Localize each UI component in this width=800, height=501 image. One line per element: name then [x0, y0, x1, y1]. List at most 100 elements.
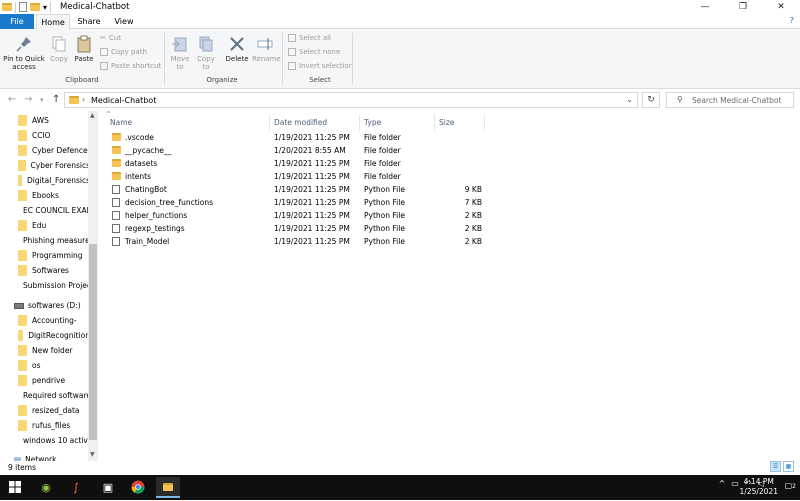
sidebar-item[interactable]: Programming: [18, 248, 90, 263]
sidebar-item[interactable]: rufus_files: [18, 418, 90, 433]
breadcrumb[interactable]: Medical-Chatbot: [91, 96, 156, 105]
details-view-icon[interactable]: ☰: [770, 461, 781, 472]
breadcrumb-chevron-icon[interactable]: ›: [82, 95, 85, 104]
table-row[interactable]: .vscode 1/19/2021 11:25 PM File folder: [110, 133, 490, 146]
paste-icon: [77, 35, 91, 53]
taskbar-app-icon[interactable]: [126, 477, 150, 498]
paste-shortcut-button[interactable]: Paste shortcut: [100, 60, 161, 72]
python-file-icon: [112, 211, 120, 220]
column-header-name[interactable]: Name: [106, 115, 270, 131]
python-file-icon: [112, 198, 120, 207]
notifications-icon[interactable]: ▢2: [785, 481, 796, 490]
maximize-button[interactable]: ❐: [724, 0, 762, 14]
table-row[interactable]: datasets 1/19/2021 11:25 PM File folder: [110, 159, 490, 172]
sidebar-item[interactable]: Required software: [18, 388, 90, 403]
tab-home[interactable]: Home: [36, 14, 70, 30]
column-header-type[interactable]: Type: [360, 115, 435, 131]
search-input[interactable]: ⚲ Search Medical-Chatbot: [666, 92, 794, 108]
column-header-date[interactable]: Date modified: [270, 115, 360, 131]
divider: [164, 33, 165, 85]
address-bar[interactable]: › Medical-Chatbot ⌄: [64, 92, 638, 108]
table-row[interactable]: ChatingBot 1/19/2021 11:25 PM Python Fil…: [110, 185, 490, 198]
tab-file[interactable]: File: [0, 14, 34, 29]
table-row[interactable]: regexp_testings 1/19/2021 11:25 PM Pytho…: [110, 224, 490, 237]
delete-button[interactable]: Delete: [224, 35, 250, 63]
taskbar-app-icon[interactable]: ▣: [96, 477, 120, 498]
refresh-button[interactable]: ↻: [642, 92, 660, 108]
table-row[interactable]: Train_Model 1/19/2021 11:25 PM Python Fi…: [110, 237, 490, 250]
file-date: 1/19/2021 11:25 PM: [274, 172, 350, 181]
taskbar-app-file-explorer[interactable]: [156, 477, 180, 498]
sidebar-item-drive[interactable]: softwares (D:): [14, 298, 81, 313]
table-row[interactable]: decision_tree_functions 1/19/2021 11:25 …: [110, 198, 490, 211]
title-bar: ▾ Medical-Chatbot — ❐ ✕: [0, 0, 800, 14]
sidebar-item[interactable]: windows 10 activation: [18, 433, 90, 448]
up-arrow-icon[interactable]: ↑: [52, 94, 60, 105]
sidebar-item[interactable]: os: [18, 358, 90, 373]
properties-icon[interactable]: [19, 2, 27, 12]
delete-label: Delete: [225, 55, 249, 63]
pin-quick-access-button[interactable]: Pin to Quick access: [2, 35, 46, 71]
tab-view[interactable]: View: [110, 14, 138, 29]
sidebar-item[interactable]: Phishing measures: [18, 233, 90, 248]
move-to-button[interactable]: Move to: [168, 35, 192, 71]
select-none-button[interactable]: Select none: [288, 46, 340, 58]
close-button[interactable]: ✕: [762, 0, 800, 14]
scrollbar-thumb[interactable]: [89, 244, 97, 440]
copy-to-label: Copy to: [197, 55, 215, 71]
taskbar-app-icon[interactable]: ◉: [34, 477, 58, 498]
clock[interactable]: 4:14 PM 1/25/2021: [740, 477, 778, 497]
taskbar-app-icon[interactable]: ∫: [64, 477, 88, 498]
sidebar-item[interactable]: Cyber Defence: [18, 143, 90, 158]
help-icon[interactable]: ?: [790, 16, 794, 25]
copy-to-button[interactable]: Copy to: [194, 35, 218, 71]
scroll-down-icon[interactable]: ▼: [90, 451, 95, 458]
large-icons-view-icon[interactable]: ▦: [783, 461, 794, 472]
start-button[interactable]: [0, 477, 30, 498]
sidebar-item[interactable]: pendrive: [18, 373, 90, 388]
chevron-up-icon[interactable]: ^: [719, 479, 726, 488]
select-group-label: Select: [309, 76, 331, 84]
sidebar-item[interactable]: resized_data: [18, 403, 90, 418]
sidebar-item[interactable]: Ebooks: [18, 188, 90, 203]
folder-icon: [18, 420, 27, 431]
sidebar-item[interactable]: Digital_Forensics: [18, 173, 90, 188]
sidebar-scrollbar[interactable]: ▲ ▼: [88, 111, 98, 461]
sidebar-item[interactable]: Cyber Forensics: [18, 158, 90, 173]
sidebar-item[interactable]: New folder: [18, 343, 90, 358]
sidebar-item[interactable]: Accounting-: [18, 313, 90, 328]
chevron-down-icon[interactable]: ⌄: [626, 95, 633, 104]
select-all-button[interactable]: Select all: [288, 32, 331, 44]
sidebar-item[interactable]: AWS: [18, 113, 90, 128]
copy-button[interactable]: Copy: [48, 35, 70, 63]
back-arrow-icon[interactable]: ←: [8, 94, 16, 105]
battery-icon[interactable]: ▭: [731, 479, 739, 488]
minimize-button[interactable]: —: [686, 0, 724, 14]
copy-path-button[interactable]: Copy path: [100, 46, 147, 58]
invert-selection-button[interactable]: Invert selection: [288, 60, 353, 72]
scroll-up-icon[interactable]: ▲: [90, 112, 95, 119]
sidebar-item[interactable]: EC COUNCIL EXAM: [18, 203, 90, 218]
table-row[interactable]: helper_functions 1/19/2021 11:25 PM Pyth…: [110, 211, 490, 224]
tab-share[interactable]: Share: [74, 14, 104, 29]
select-none-label: Select none: [299, 48, 341, 56]
forward-arrow-icon[interactable]: →: [24, 94, 32, 105]
folder-icon: [18, 265, 27, 276]
column-header-size[interactable]: Size: [435, 115, 485, 131]
sidebar-item[interactable]: CCIO: [18, 128, 90, 143]
customize-toolbar-icon[interactable]: ▾: [43, 3, 47, 12]
select-all-icon: [288, 34, 296, 42]
paste-button[interactable]: Paste: [72, 35, 96, 63]
file-date: 1/19/2021 11:25 PM: [274, 237, 350, 246]
new-folder-icon[interactable]: [30, 3, 40, 11]
sidebar-item[interactable]: Softwares: [18, 263, 90, 278]
sidebar-item[interactable]: Submission Project: [18, 278, 90, 293]
invert-selection-icon: [288, 62, 296, 70]
rename-button[interactable]: Rename: [252, 35, 281, 63]
table-row[interactable]: intents 1/19/2021 11:25 PM File folder: [110, 172, 490, 185]
sidebar-item[interactable]: Edu: [18, 218, 90, 233]
cut-button[interactable]: ✂ Cut: [100, 32, 121, 44]
table-row[interactable]: __pycache__ 1/20/2021 8:55 AM File folde…: [110, 146, 490, 159]
recent-locations-icon[interactable]: ▾: [40, 96, 44, 104]
sidebar-item[interactable]: DigitRecognition: [18, 328, 90, 343]
